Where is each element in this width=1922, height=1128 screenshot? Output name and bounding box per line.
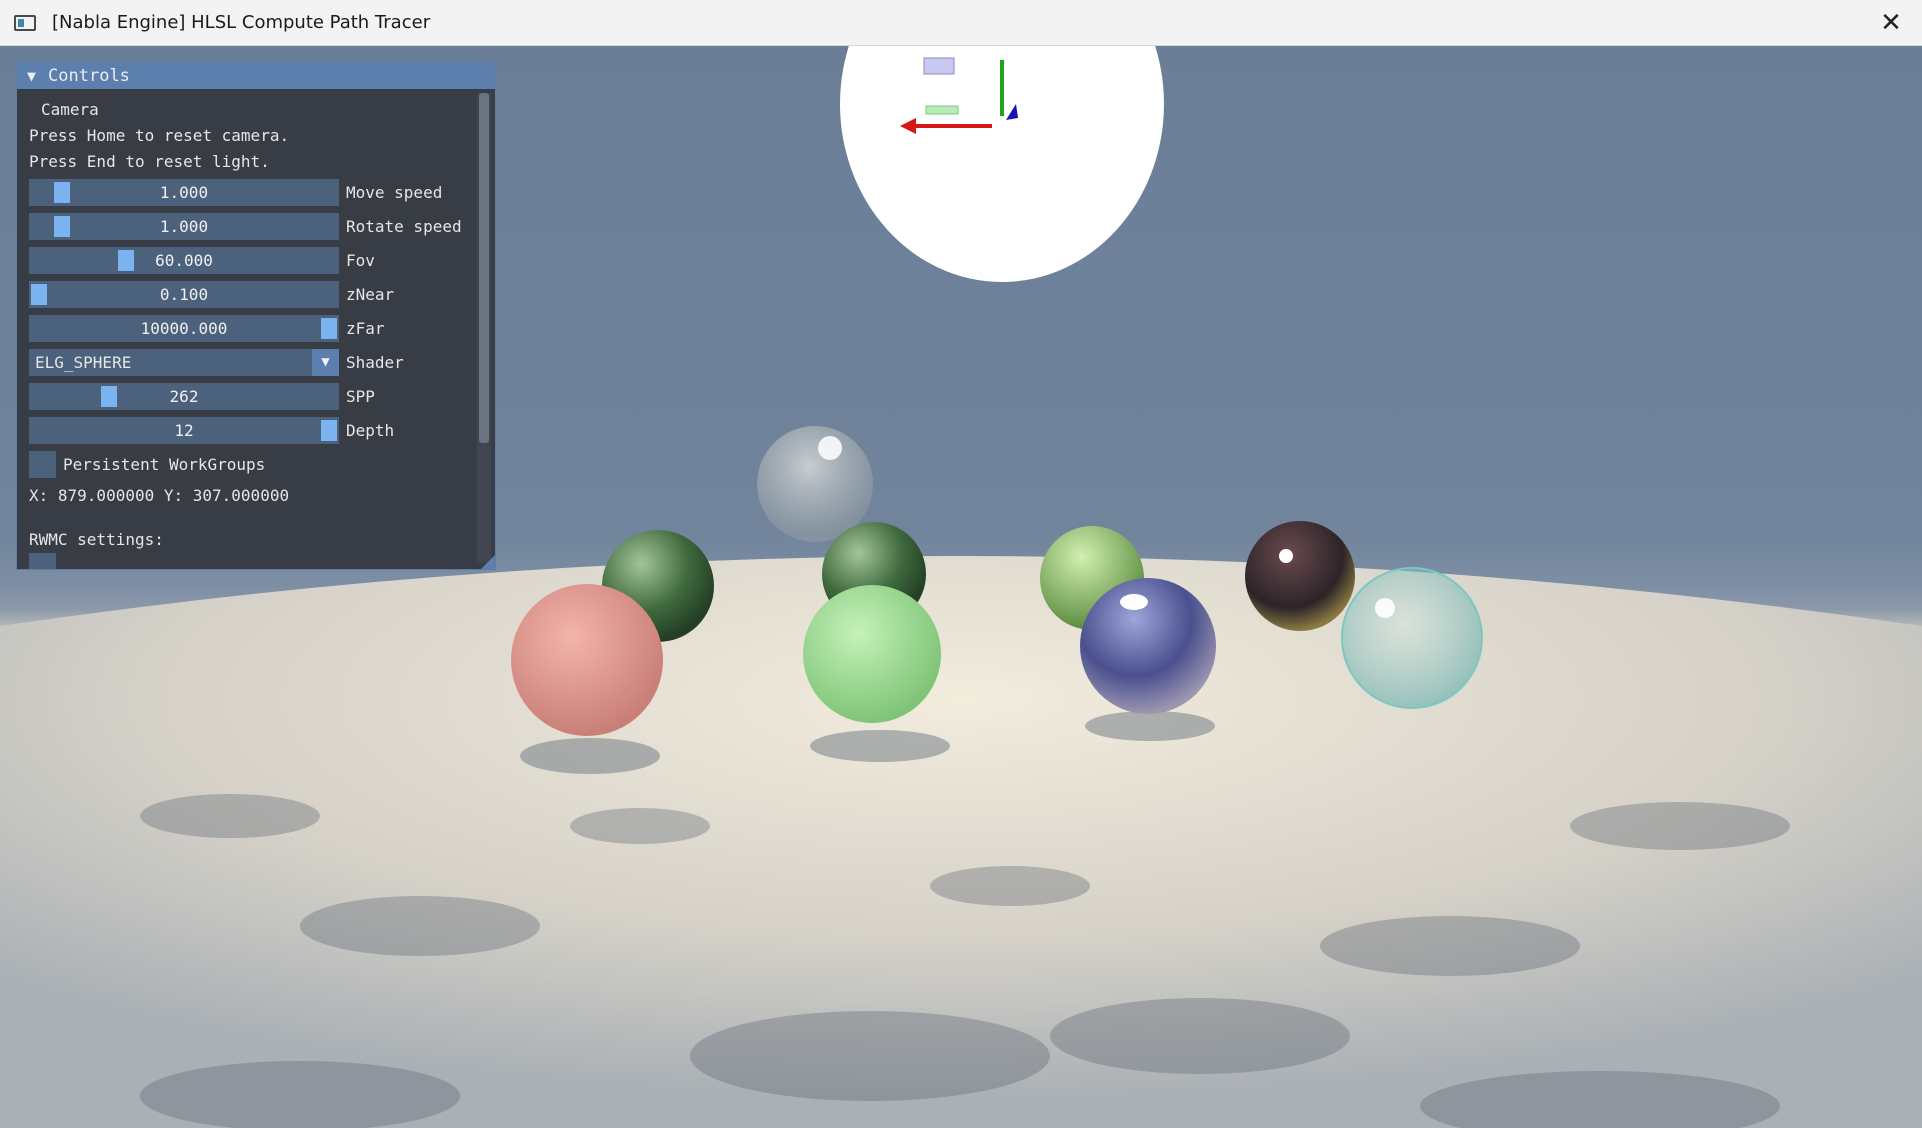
controls-panel[interactable]: ▼ Controls Camera Press Home to reset ca… bbox=[16, 62, 496, 570]
bubble-sphere bbox=[1341, 567, 1483, 709]
slider-value: 0.100 bbox=[159, 284, 209, 304]
shader-label: Shader bbox=[346, 352, 404, 372]
persistent-workgroups-label: Persistent WorkGroups bbox=[63, 454, 266, 474]
window-icon bbox=[14, 14, 36, 31]
slider-grab[interactable] bbox=[118, 249, 134, 271]
slider-grab[interactable] bbox=[31, 283, 47, 305]
zfar-slider[interactable]: 10000.000 bbox=[29, 314, 339, 342]
slider-grab[interactable] bbox=[54, 181, 71, 203]
move-speed-row: 1.000 Move speed bbox=[29, 175, 495, 209]
window-title: [Nabla Engine] HLSL Compute Path Tracer bbox=[52, 12, 431, 33]
depth-label: Depth bbox=[346, 420, 395, 440]
fov-row: 60.000 Fov bbox=[29, 243, 495, 277]
persistent-workgroups-row: Persistent WorkGroups bbox=[29, 447, 495, 481]
slider-value: 1.000 bbox=[159, 216, 209, 236]
slider-grab[interactable] bbox=[54, 215, 71, 237]
collapse-arrow-icon[interactable]: ▼ bbox=[27, 67, 36, 85]
controls-header[interactable]: ▼ Controls bbox=[17, 63, 495, 89]
zfar-label: zFar bbox=[346, 318, 385, 338]
iridescent-sphere bbox=[1245, 521, 1355, 631]
camera-section-label: Camera bbox=[41, 100, 99, 119]
fov-slider[interactable]: 60.000 bbox=[29, 246, 339, 274]
move-speed-label: Move speed bbox=[346, 182, 443, 202]
slider-grab[interactable] bbox=[100, 385, 117, 407]
rotate-speed-row: 1.000 Rotate speed bbox=[29, 209, 495, 243]
resize-grip-icon[interactable] bbox=[481, 555, 495, 569]
mouse-coords: X: 879.000000 Y: 307.000000 bbox=[29, 486, 290, 505]
rotate-speed-label: Rotate speed bbox=[346, 216, 462, 236]
slider-value: 60.000 bbox=[155, 250, 213, 270]
blue-metal-sphere bbox=[1080, 578, 1216, 714]
zfar-row: 10000.000 zFar bbox=[29, 311, 495, 345]
znear-row: 0.100 zNear bbox=[29, 277, 495, 311]
spp-row: 262 SPP bbox=[29, 379, 495, 413]
slider-value: 262 bbox=[169, 386, 199, 406]
slider-value: 10000.000 bbox=[140, 318, 228, 338]
controls-title: Controls bbox=[48, 66, 130, 86]
move-speed-slider[interactable]: 1.000 bbox=[29, 178, 339, 206]
persistent-workgroups-checkbox[interactable] bbox=[29, 450, 56, 478]
rotate-speed-slider[interactable]: 1.000 bbox=[29, 212, 339, 240]
slider-value: 1.000 bbox=[159, 182, 209, 202]
reset-light-hint: Press End to reset light. bbox=[29, 152, 270, 171]
spp-slider[interactable]: 262 bbox=[29, 382, 339, 410]
chevron-down-icon[interactable]: ▼ bbox=[312, 348, 339, 376]
shader-select[interactable]: ELG_SPHERE ▼ bbox=[29, 348, 339, 376]
slider-grab[interactable] bbox=[321, 419, 337, 441]
shader-row: ELG_SPHERE ▼ Shader bbox=[29, 345, 495, 379]
slider-value: 12 bbox=[174, 420, 194, 440]
spp-label: SPP bbox=[346, 386, 375, 406]
reset-camera-hint: Press Home to reset camera. bbox=[29, 126, 290, 145]
znear-slider[interactable]: 0.100 bbox=[29, 280, 339, 308]
slider-grab[interactable] bbox=[321, 317, 337, 339]
rwmc-checkbox[interactable] bbox=[29, 553, 56, 569]
fov-label: Fov bbox=[346, 250, 375, 270]
lime-diffuse-sphere bbox=[803, 585, 941, 723]
glass-sphere bbox=[757, 426, 873, 542]
pink-diffuse-sphere bbox=[511, 584, 663, 736]
znear-label: zNear bbox=[346, 284, 395, 304]
rwmc-row-partial bbox=[29, 553, 495, 569]
controls-body: Camera Press Home to reset camera. Press… bbox=[17, 97, 495, 569]
depth-slider[interactable]: 12 bbox=[29, 416, 339, 444]
title-bar: [Nabla Engine] HLSL Compute Path Tracer … bbox=[0, 0, 1922, 46]
shader-value: ELG_SPHERE bbox=[35, 352, 132, 372]
close-icon[interactable]: ✕ bbox=[1874, 6, 1908, 40]
rwmc-settings-label: RWMC settings: bbox=[29, 530, 164, 549]
depth-row: 12 Depth bbox=[29, 413, 495, 447]
